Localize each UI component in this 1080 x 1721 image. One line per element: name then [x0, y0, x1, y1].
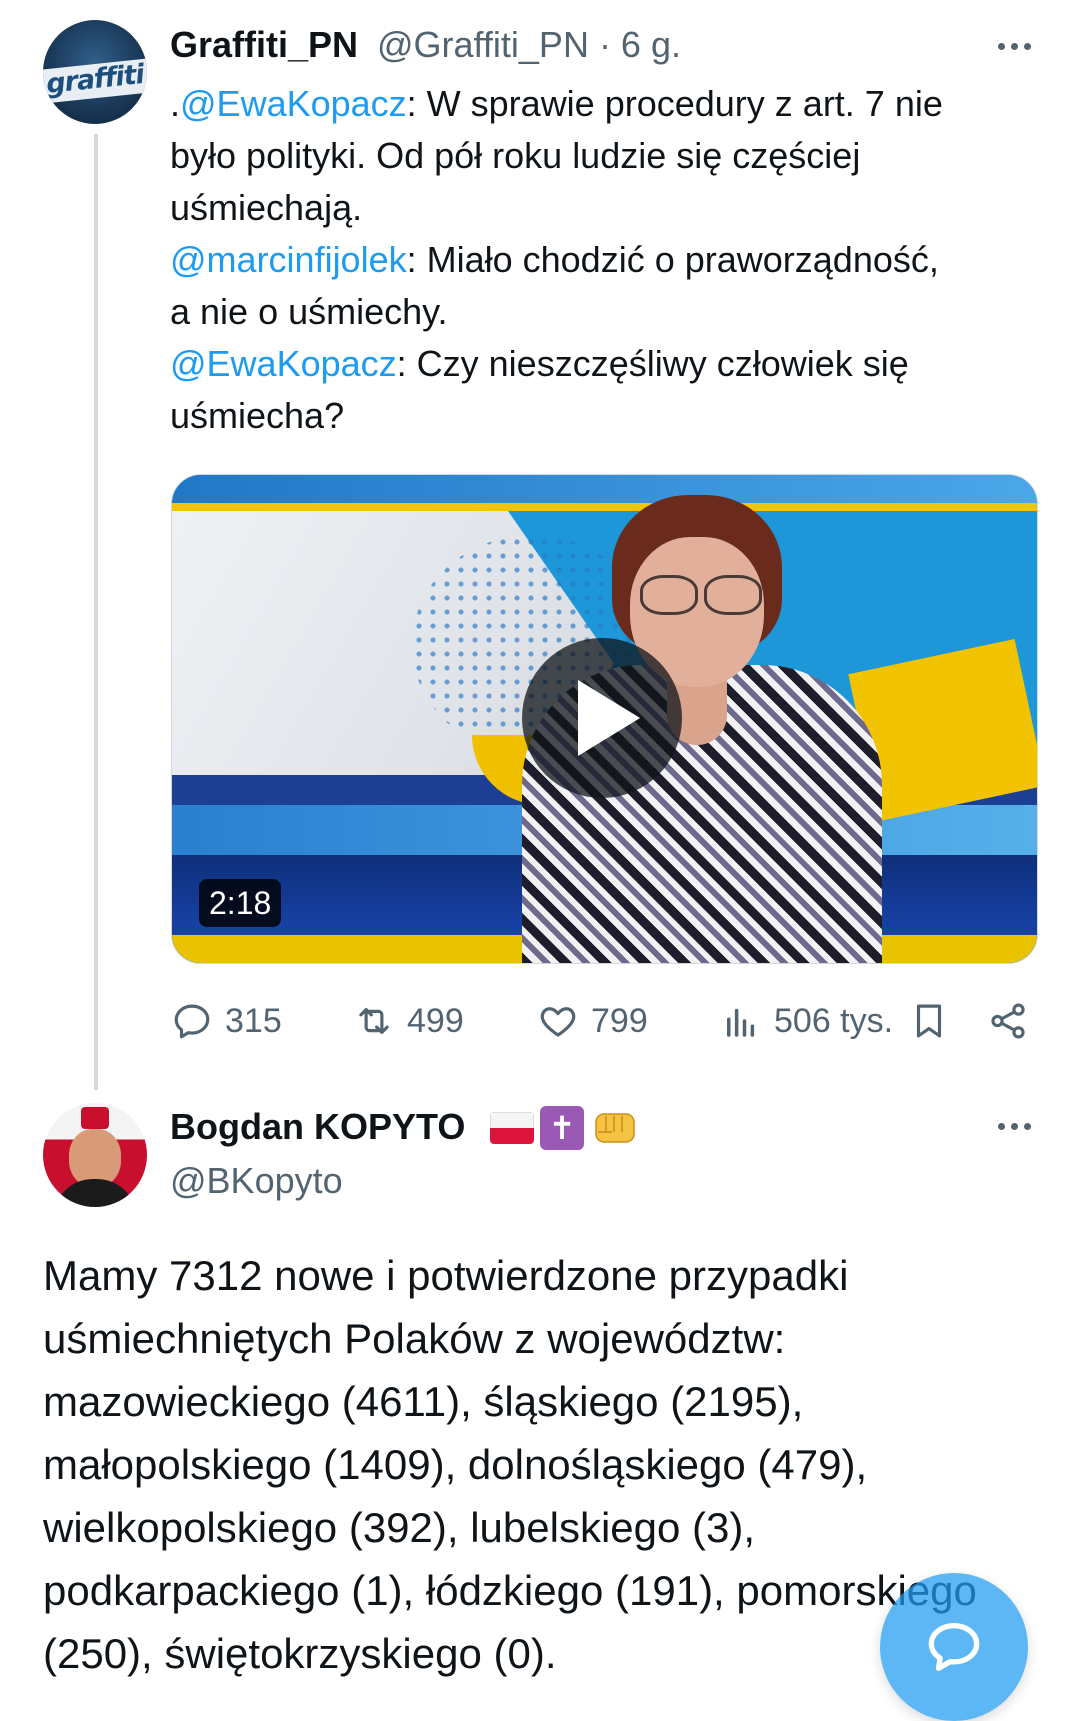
avatar-bkopyto[interactable]	[43, 1103, 147, 1207]
video-player[interactable]: 2:18	[171, 474, 1038, 964]
author-name[interactable]: Bogdan KOPYTO	[170, 1106, 465, 1148]
more-options-button[interactable]	[992, 1104, 1036, 1148]
views-button[interactable]: 506 tys.	[720, 996, 893, 1046]
text-segment: : Miało chodzić o praworządność,	[406, 239, 939, 280]
reply-button[interactable]: 315	[171, 996, 282, 1046]
more-dot	[997, 1122, 1005, 1130]
heart-icon	[540, 1007, 576, 1037]
text-segment: było polityki. Od pół roku ludzie się cz…	[170, 135, 861, 176]
more-dot	[1023, 42, 1031, 50]
thread-line	[94, 134, 98, 1090]
tweet-line: mazowieckiego (4611), śląskiego (2195),	[43, 1378, 804, 1425]
like-button[interactable]: 799	[537, 996, 648, 1046]
reply-icon	[174, 1004, 210, 1039]
tweet-line: uśmiechają.	[170, 182, 1030, 234]
more-dot	[1010, 42, 1018, 50]
tweet-line: wielkopolskiego (392), lubelskiego (3),	[43, 1504, 756, 1551]
play-icon	[578, 680, 640, 756]
author-handle-time[interactable]: @Graffiti_PN · 6 g.	[377, 24, 681, 66]
poland-flag-icon	[490, 1112, 534, 1144]
tweet-line: podkarpackiego (1), łódzkiego (191), pom…	[43, 1567, 977, 1614]
share-icon	[991, 1003, 1025, 1039]
author-handle[interactable]: @BKopyto	[170, 1160, 343, 1202]
more-dot	[1010, 1122, 1018, 1130]
repost-icon	[359, 1008, 389, 1034]
views-count: 506 tys.	[774, 1001, 894, 1040]
bookmark-icon	[916, 1004, 942, 1038]
share-button[interactable]	[985, 996, 1031, 1046]
text-segment: a nie o uśmiechy.	[170, 291, 448, 332]
tweet-text: .@EwaKopacz: W sprawie procedury z art. …	[170, 78, 1030, 442]
tweet-line: @EwaKopacz: Czy nieszczęśliwy człowiek s…	[170, 338, 1030, 390]
bookmark-button[interactable]	[906, 996, 952, 1046]
tweet-line: .@EwaKopacz: W sprawie procedury z art. …	[170, 78, 1030, 130]
views-icon	[727, 1008, 755, 1037]
tweet-line: małopolskiego (1409), dolnośląskiego (47…	[43, 1441, 868, 1488]
more-options-button[interactable]	[992, 24, 1036, 68]
video-duration: 2:18	[199, 879, 282, 927]
tweet-line: Mamy 7312 nowe i potwierdzone przypadki	[43, 1252, 849, 1299]
reply-count: 315	[225, 1001, 282, 1040]
mention-link[interactable]: @EwaKopacz	[180, 83, 407, 124]
play-button[interactable]	[522, 638, 682, 798]
repost-count: 499	[407, 1001, 464, 1040]
repost-button[interactable]: 499	[353, 996, 464, 1046]
chat-bubble-icon	[928, 1623, 980, 1671]
tweet-line: uśmiechniętych Polaków z województw:	[43, 1315, 786, 1362]
tweet-line: uśmiecha?	[170, 390, 1030, 442]
text-segment: uśmiecha?	[170, 395, 345, 436]
fist-icon	[595, 1113, 635, 1143]
text-segment: : W sprawie procedury z art. 7 nie	[406, 83, 943, 124]
mention-link[interactable]: @marcinfijolek	[170, 239, 407, 280]
more-dot	[1023, 1122, 1031, 1130]
tweet-line: było polityki. Od pół roku ludzie się cz…	[170, 130, 1030, 182]
compose-button[interactable]	[880, 1573, 1028, 1721]
avatar-graffiti[interactable]: graffiti	[43, 20, 147, 124]
tweet-line: a nie o uśmiechy.	[170, 286, 1030, 338]
tweet-line: @marcinfijolek: Miało chodzić o praworzą…	[170, 234, 1030, 286]
author-name[interactable]: Graffiti_PN	[170, 24, 358, 66]
text-segment: uśmiechają.	[170, 187, 363, 228]
text-prefix: .	[170, 83, 181, 124]
more-dot	[997, 42, 1005, 50]
latin-cross-icon: ✝	[540, 1106, 584, 1150]
mention-link[interactable]: @EwaKopacz	[170, 343, 397, 384]
text-segment: : Czy nieszczęśliwy człowiek się	[396, 343, 909, 384]
like-count: 799	[591, 1001, 648, 1040]
